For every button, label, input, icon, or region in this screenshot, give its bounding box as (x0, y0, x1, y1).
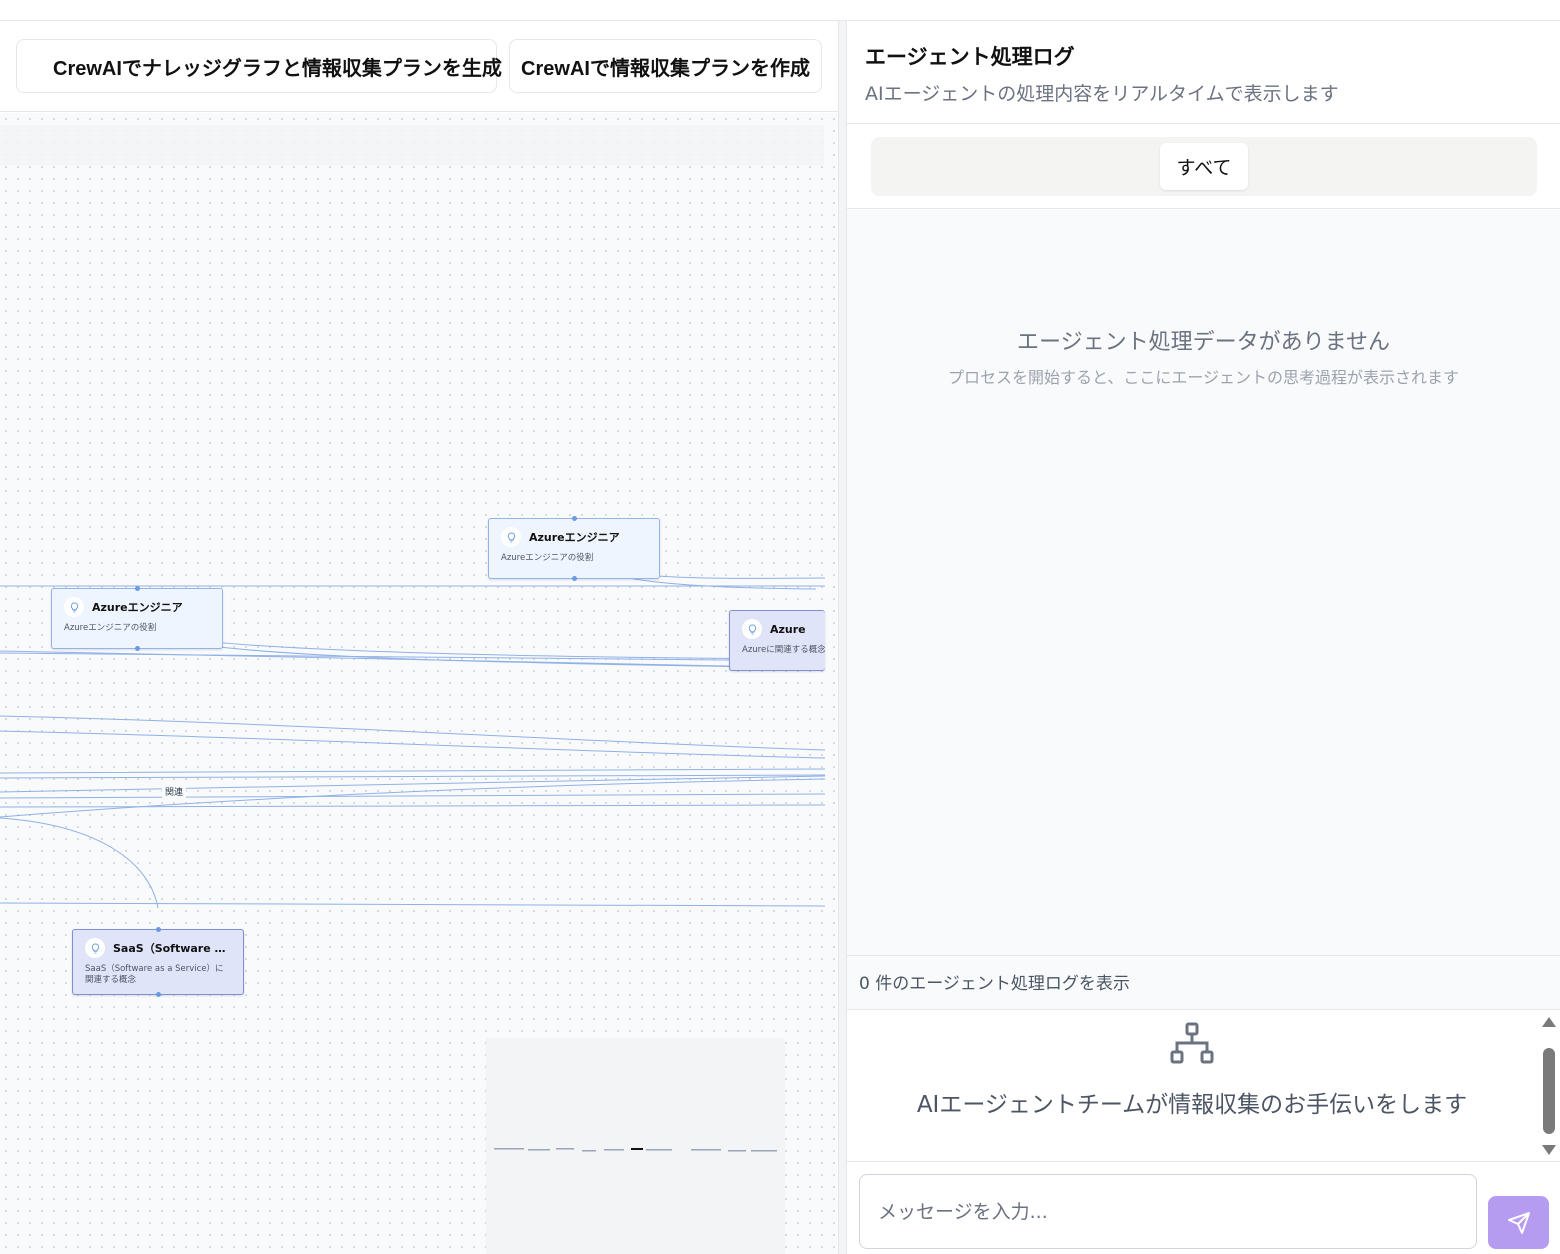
panel-title: エージェント処理ログ (865, 45, 1075, 69)
chat-input-bar (847, 1161, 1560, 1254)
chat-area: AIエージェントチームが情報収集のお手伝いをします (847, 1011, 1560, 1161)
panel-resize-handle[interactable] (838, 21, 847, 1254)
graph-edge (0, 775, 826, 793)
scroll-down-arrow[interactable] (1542, 1145, 1556, 1155)
graph-area: CrewAIでナレッジグラフと情報収集プランを生成 CrewAIで情報収集プラン… (0, 21, 838, 1254)
node-title: Azureエンジニア (92, 601, 183, 614)
node-handle[interactable] (135, 586, 140, 591)
graph-edge (135, 626, 826, 669)
message-input[interactable] (859, 1174, 1477, 1249)
log-filter-tabs: すべて (871, 137, 1537, 196)
panel-subtitle: AIエージェントの処理内容をリアルタイムで表示します (865, 83, 1339, 105)
edge-label: 関連 (162, 785, 187, 798)
node-title: Azureエンジニア (529, 531, 620, 544)
graph-node[interactable]: SaaS（Software as a Se... SaaS（Software a… (72, 927, 244, 997)
log-filter-area: すべて (847, 125, 1560, 209)
graph-node[interactable]: Azureエンジニア Azureエンジニアの役割 (488, 516, 660, 581)
create-plan-button[interactable]: CrewAIで情報収集プランを作成 (509, 39, 822, 93)
graph-minimap[interactable] (486, 1038, 785, 1254)
node-handle[interactable] (135, 646, 140, 651)
graph-edge (0, 730, 826, 759)
graph-node[interactable]: Azureエンジニア Azureエンジニアの役割 (51, 586, 223, 651)
graph-toolbar: CrewAIでナレッジグラフと情報収集プランを生成 CrewAIで情報収集プラン… (0, 21, 838, 112)
graph-canvas[interactable]: 関連 Azureエンジニア Azureエンジニアの役割 Azureエンジニア A… (0, 113, 838, 1254)
graph-edge (0, 817, 159, 909)
graph-edge (0, 768, 826, 774)
log-count: 0 件のエージェント処理ログを表示 (847, 955, 1560, 1010)
graph-edge (0, 804, 826, 808)
generate-graph-button[interactable]: CrewAIでナレッジグラフと情報収集プランを生成 (16, 39, 502, 93)
graph-edge (0, 715, 826, 751)
scroll-up-arrow[interactable] (1542, 1017, 1556, 1027)
lightbulb-icon (501, 527, 521, 547)
lightbulb-icon (742, 619, 762, 639)
node-description: Azureエンジニアの役割 (501, 553, 594, 563)
create-plan-label: CrewAIで情報収集プランを作成 (521, 57, 810, 80)
node-description: Azureに関連する概念 (742, 645, 825, 655)
node-handle[interactable] (156, 992, 161, 997)
panel-header: エージェント処理ログ AIエージェントの処理内容をリアルタイムで表示します (847, 21, 1560, 124)
node-description: SaaS（Software as a Service）に関連する概念 (85, 964, 224, 986)
network-icon (1170, 1022, 1214, 1064)
top-bar (0, 0, 1560, 21)
graph-node[interactable]: Azure Azureに関連する概念 (729, 610, 825, 671)
scrollbar-thumb[interactable] (1543, 1048, 1555, 1134)
node-handle[interactable] (572, 576, 577, 581)
lightbulb-icon (64, 597, 84, 617)
send-button[interactable] (1488, 1196, 1549, 1249)
chat-intro-message: AIエージェントチームが情報収集のお手伝いをします (916, 1092, 1468, 1118)
minimap-nodes (494, 1148, 777, 1152)
graph-edge (135, 626, 826, 660)
graph-edge (0, 793, 826, 799)
graph-edge (0, 778, 826, 818)
generate-graph-label: CrewAIでナレッジグラフと情報収集プランを生成 (53, 57, 502, 80)
node-description: Azureエンジニアの役割 (64, 623, 157, 633)
empty-state-title: エージェント処理データがありません (1017, 330, 1390, 355)
node-handle[interactable] (156, 927, 161, 932)
graph-edge (0, 902, 826, 907)
agent-log-panel: エージェント処理ログ AIエージェントの処理内容をリアルタイムで表示します すべ… (847, 21, 1560, 1254)
tab-all[interactable]: すべて (1160, 143, 1248, 190)
node-title: SaaS（Software as a Se... (113, 942, 231, 955)
send-icon (1507, 1211, 1530, 1234)
lightbulb-icon (85, 938, 105, 958)
node-handle[interactable] (572, 516, 577, 521)
log-list: エージェント処理データがありません プロセスを開始すると、ここにエージェントの思… (847, 210, 1560, 955)
empty-state-subtitle: プロセスを開始すると、ここにエージェントの思考過程が表示されます (947, 368, 1460, 387)
graph-edge (0, 774, 826, 779)
node-title: Azure (770, 622, 806, 636)
